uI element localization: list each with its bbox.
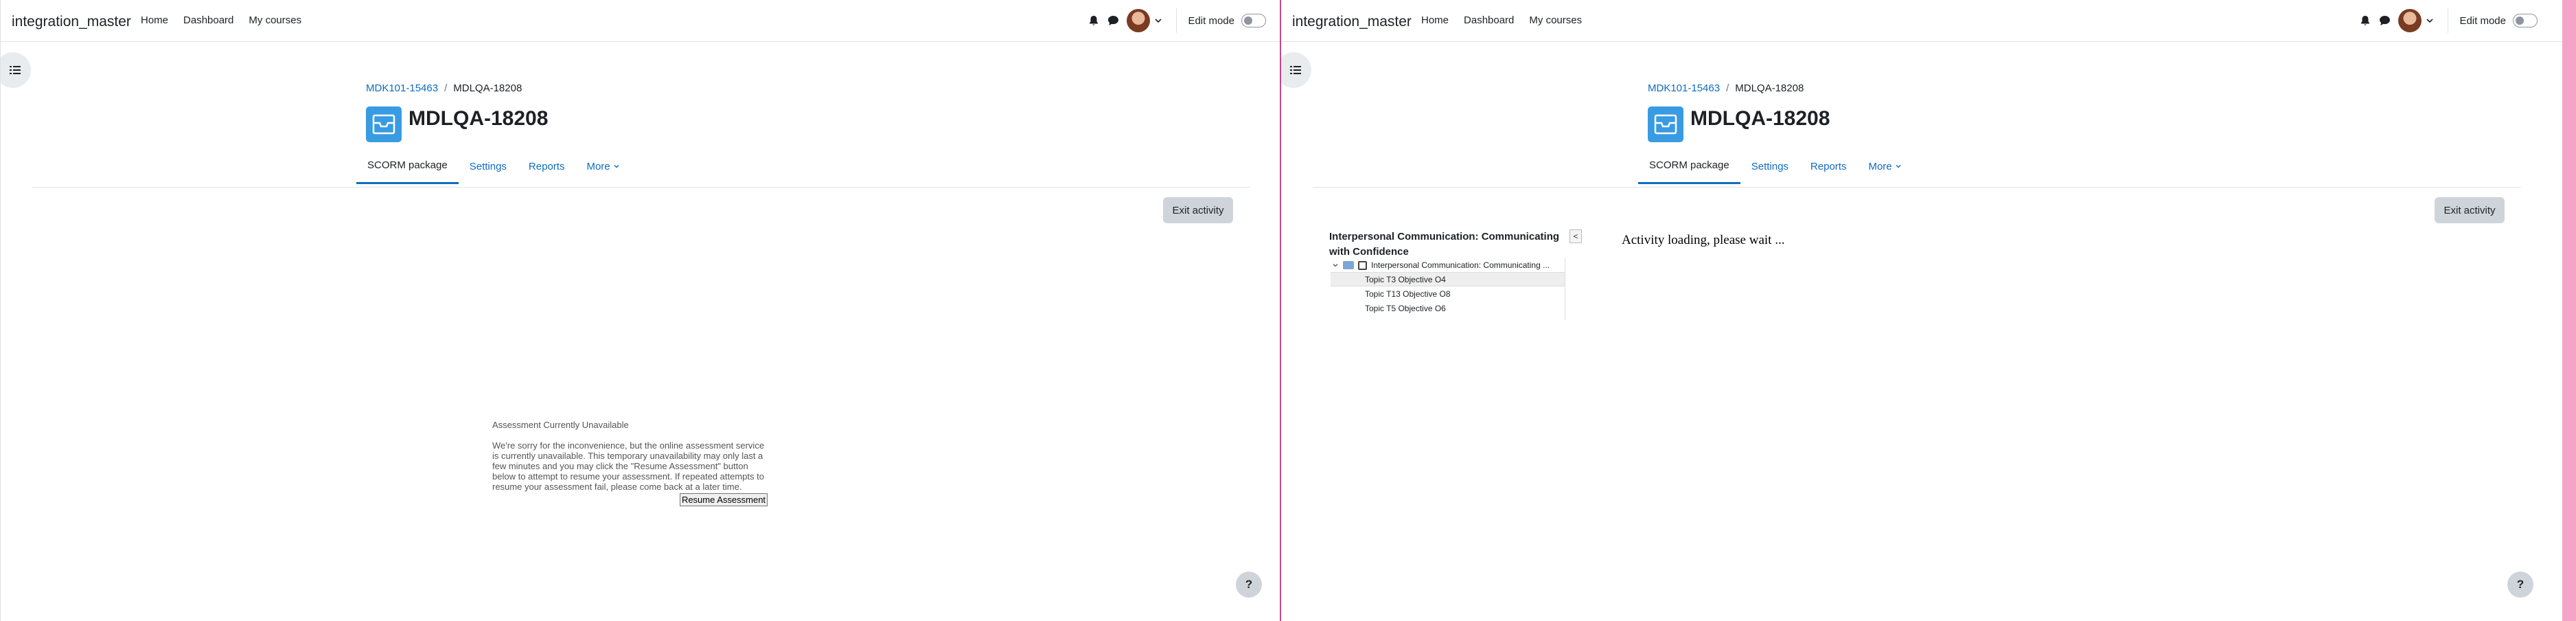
toc-item[interactable]: Topic T5 Objective O6 — [1331, 301, 1565, 315]
assessment-notice: Assessment Currently Unavailable We're s… — [492, 420, 770, 492]
chevron-down-icon — [614, 165, 619, 168]
user-nav: Edit mode — [2356, 8, 2538, 33]
tab-more[interactable]: More — [575, 153, 630, 184]
notice-title: Assessment Currently Unavailable — [492, 420, 629, 430]
exit-activity-button[interactable]: Exit activity — [1163, 197, 1233, 223]
breadcrumb-course[interactable]: MDK101-15463 — [366, 82, 438, 94]
scorm-box-icon — [1648, 106, 1683, 142]
nav-dashboard[interactable]: Dashboard — [183, 14, 233, 26]
user-avatar[interactable] — [2398, 9, 2422, 32]
tabs-divider — [32, 187, 1250, 188]
toc-title: Interpersonal Communication: Communicati… — [1329, 231, 1560, 258]
left-pane: integration_master Home Dashboard My cou… — [0, 0, 1280, 621]
nav-home[interactable]: Home — [1421, 14, 1449, 26]
primary-nav: Home Dashboard My courses — [1421, 14, 1582, 26]
tab-scorm-package[interactable]: SCORM package — [1638, 153, 1740, 184]
navbar: integration_master Home Dashboard My cou… — [1, 0, 1280, 42]
chevron-down-icon[interactable] — [2426, 16, 2434, 25]
toc-root[interactable]: Interpersonal Communication: Communicati… — [1331, 258, 1565, 272]
toc-tree: Interpersonal Communication: Communicati… — [1331, 258, 1565, 320]
breadcrumb-current: MDLQA-18208 — [1735, 82, 1804, 94]
tab-settings[interactable]: Settings — [459, 153, 518, 184]
navbar-divider — [1176, 8, 1177, 33]
breadcrumb: MDK101-15463 / MDLQA-18208 — [1648, 82, 1804, 94]
notice-body: We're sorry for the inconvenience, but t… — [492, 440, 765, 492]
breadcrumb: MDK101-15463 / MDLQA-18208 — [366, 82, 522, 94]
right-pane: integration_master Home Dashboard My cou… — [1281, 0, 2562, 621]
edit-mode-toggle[interactable] — [2513, 14, 2538, 27]
breadcrumb-separator: / — [444, 82, 448, 94]
course-index-toggle[interactable] — [1, 52, 31, 88]
scorm-box-icon — [366, 106, 402, 142]
drawer-list-icon — [1290, 66, 1301, 74]
tabs-divider — [1313, 187, 2521, 188]
nav-my-courses[interactable]: My courses — [249, 14, 301, 26]
primary-nav: Home Dashboard My courses — [141, 14, 301, 26]
edit-mode-label: Edit mode — [1188, 14, 1234, 27]
course-index-toggle[interactable] — [1281, 52, 1311, 88]
chat-icon[interactable] — [2375, 11, 2394, 30]
edit-mode-toggle[interactable] — [1241, 14, 1266, 27]
toc-collapse-button[interactable]: < — [1569, 229, 1582, 243]
user-nav: Edit mode — [1084, 8, 1266, 33]
chevron-down-icon[interactable] — [1332, 262, 1339, 269]
toc-root-label: Interpersonal Communication: Communicati… — [1371, 260, 1550, 270]
page-title: MDLQA-18208 — [409, 107, 549, 130]
tab-more-label: More — [586, 160, 610, 172]
nav-dashboard[interactable]: Dashboard — [1464, 14, 1514, 26]
right-edge-strip — [2562, 0, 2576, 621]
help-button[interactable]: ? — [2507, 572, 2533, 598]
toc-item[interactable]: Topic T13 Objective O8 — [1331, 286, 1565, 301]
activity-loading-text: Activity loading, please wait ... — [1622, 233, 1785, 247]
resume-assessment-button[interactable]: Resume Assessment — [680, 493, 768, 506]
nav-home[interactable]: Home — [141, 14, 168, 26]
tab-reports[interactable]: Reports — [518, 153, 576, 184]
user-avatar[interactable] — [1127, 9, 1151, 32]
folder-icon — [1343, 261, 1354, 269]
checkbox-icon — [1358, 260, 1367, 270]
secondary-nav: SCORM package Settings Reports More — [1638, 153, 1913, 184]
exit-activity-button[interactable]: Exit activity — [2435, 197, 2505, 223]
site-brand[interactable]: integration_master — [12, 14, 131, 30]
toc-item[interactable]: Topic T3 Objective O4 — [1331, 272, 1565, 286]
tab-more-label: More — [1868, 160, 1892, 172]
nav-my-courses[interactable]: My courses — [1529, 14, 1582, 26]
tab-reports[interactable]: Reports — [1799, 153, 1858, 184]
tab-scorm-package[interactable]: SCORM package — [356, 153, 459, 184]
help-button[interactable]: ? — [1236, 572, 1262, 598]
breadcrumb-current: MDLQA-18208 — [453, 82, 522, 94]
chevron-down-icon[interactable] — [1154, 16, 1162, 25]
secondary-nav: SCORM package Settings Reports More — [356, 153, 631, 184]
breadcrumb-course[interactable]: MDK101-15463 — [1648, 82, 1720, 94]
site-brand[interactable]: integration_master — [1292, 14, 1412, 30]
breadcrumb-separator: / — [1726, 82, 1729, 94]
page-title: MDLQA-18208 — [1690, 107, 1830, 130]
chat-icon[interactable] — [1103, 11, 1123, 30]
tab-settings[interactable]: Settings — [1740, 153, 1799, 184]
tab-more[interactable]: More — [1857, 153, 1912, 184]
chevron-down-icon — [1896, 165, 1901, 168]
drawer-list-icon — [10, 66, 21, 74]
edit-mode-label: Edit mode — [2459, 14, 2506, 27]
bell-icon[interactable] — [2356, 11, 2375, 30]
bell-icon[interactable] — [1084, 11, 1103, 30]
navbar: integration_master Home Dashboard My cou… — [1281, 0, 2562, 42]
